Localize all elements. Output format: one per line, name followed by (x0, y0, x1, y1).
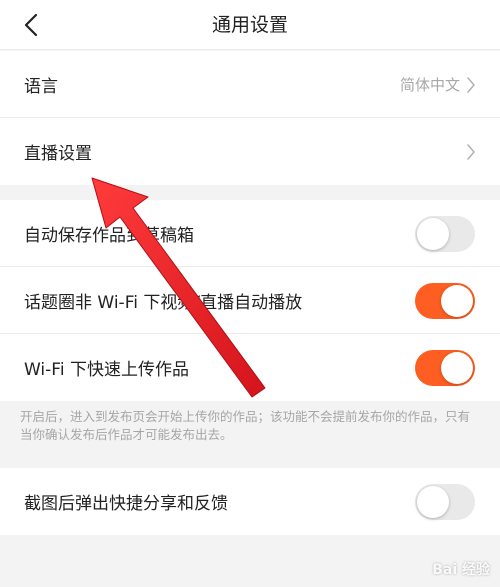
fast-upload-note: 开启后，进入到发布页会开始上传你的作品；该功能不会提前发布你的作品，只有当你确认… (20, 409, 471, 442)
page-title: 通用设置 (211, 14, 288, 36)
toggle-knob (441, 352, 473, 384)
live-settings-right (466, 118, 476, 185)
general-section: 语言 简体中文 直播设置 (0, 51, 500, 185)
screenshot-section: 截图后弹出快捷分享和反馈 (0, 468, 500, 535)
screenshot-share-toggle[interactable] (415, 484, 475, 520)
screenshot-share-row: 截图后弹出快捷分享和反馈 (0, 468, 500, 535)
watermark: Bai 经验 (432, 562, 490, 578)
fast-upload-label: Wi-Fi 下快速上传作品 (24, 360, 189, 380)
auto-save-draft-label: 自动保存作品到草稿箱 (24, 225, 194, 246)
autoplay-row: 话题圈非 Wi-Fi 下视频/直播自动播放 (0, 267, 500, 334)
language-label: 语言 (24, 76, 58, 97)
upload-playback-section: 自动保存作品到草稿箱 话题圈非 Wi-Fi 下视频/直播自动播放 Wi-Fi 下… (0, 200, 500, 401)
nav-bar: 通用设置 (0, 0, 500, 50)
fast-upload-row: Wi-Fi 下快速上传作品 (0, 334, 500, 401)
language-value: 简体中文 (399, 76, 460, 94)
auto-save-draft-toggle[interactable] (415, 216, 475, 252)
live-settings-row[interactable]: 直播设置 (0, 118, 500, 185)
toggle-knob (417, 486, 449, 518)
language-row[interactable]: 语言 简体中文 (0, 51, 500, 118)
auto-save-draft-row: 自动保存作品到草稿箱 (0, 200, 500, 267)
screenshot-share-label: 截图后弹出快捷分享和反馈 (24, 494, 228, 514)
toggle-knob (441, 285, 473, 317)
chevron-right-icon (467, 76, 475, 93)
fast-upload-toggle[interactable] (415, 350, 475, 386)
autoplay-label: 话题圈非 Wi-Fi 下视频/直播自动播放 (24, 292, 303, 313)
autoplay-toggle[interactable] (415, 283, 475, 319)
live-settings-label: 直播设置 (24, 144, 92, 164)
toggle-knob (417, 218, 449, 250)
language-value-group: 简体中文 (400, 51, 476, 118)
chevron-right-icon (467, 143, 475, 160)
